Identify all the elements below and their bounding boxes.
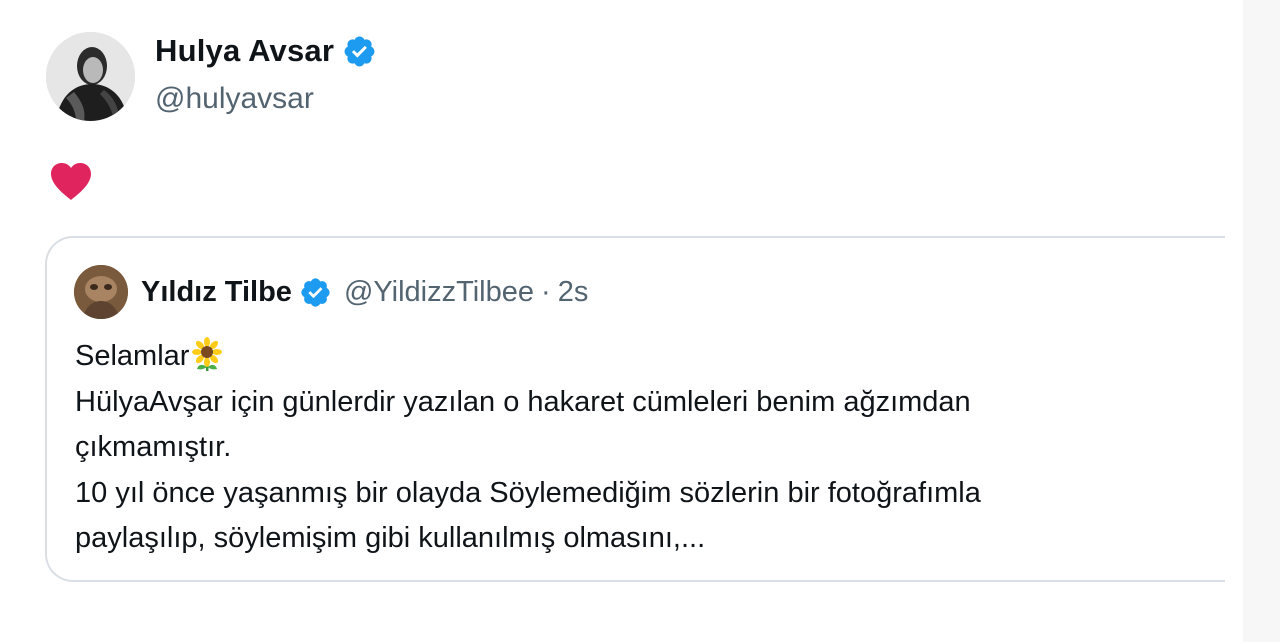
author-avatar[interactable] [46,32,135,121]
quoted-text-line: Selamlar [75,334,1195,380]
quoted-author-avatar[interactable] [74,265,128,319]
tweet: Hulya Avsar @hulyavsar Yıldız Tilbe @Yil… [0,0,1243,642]
separator-dot: · [541,275,551,308]
author-name[interactable]: Hulya Avsar [155,33,334,69]
quoted-text-line-5: paylaşılıp, söylemişim gibi kullanılmış … [75,522,706,554]
verified-badge-icon [301,277,330,307]
quoted-text-line-3: çıkmamıştır. [75,431,232,463]
profile-photo-icon [46,32,135,121]
quoted-tweet-header: Yıldız Tilbe @YildizzTilbee · 2s [74,265,588,319]
quoted-text-line-2: HülyaAvşar için günlerdir yazılan o haka… [75,385,971,418]
quoted-tweet-card[interactable]: Yıldız Tilbe @YildizzTilbee · 2s Selamla… [45,236,1225,582]
author-name-row[interactable]: Hulya Avsar [155,33,377,69]
quoted-author-handle[interactable]: @YildizzTilbee [344,276,534,309]
quoted-text-line-4: 10 yıl önce yaşanmış bir olayda Söylemed… [75,476,981,509]
page-scroll-gutter [1243,0,1280,642]
author-handle[interactable]: @hulyavsar [155,82,314,116]
red-heart-icon [51,163,91,200]
sunflower-icon [192,337,223,371]
quoted-tweet-text: Selamlar HülyaAvşar için günlerdir yazıl… [75,334,1195,562]
quoted-text-line-1: Selamlar [75,340,190,372]
quoted-tweet-time[interactable]: 2s [558,276,589,309]
profile-photo-icon [74,265,128,319]
quoted-author-name[interactable]: Yıldız Tilbe [141,276,292,309]
verified-badge-icon [344,36,375,66]
